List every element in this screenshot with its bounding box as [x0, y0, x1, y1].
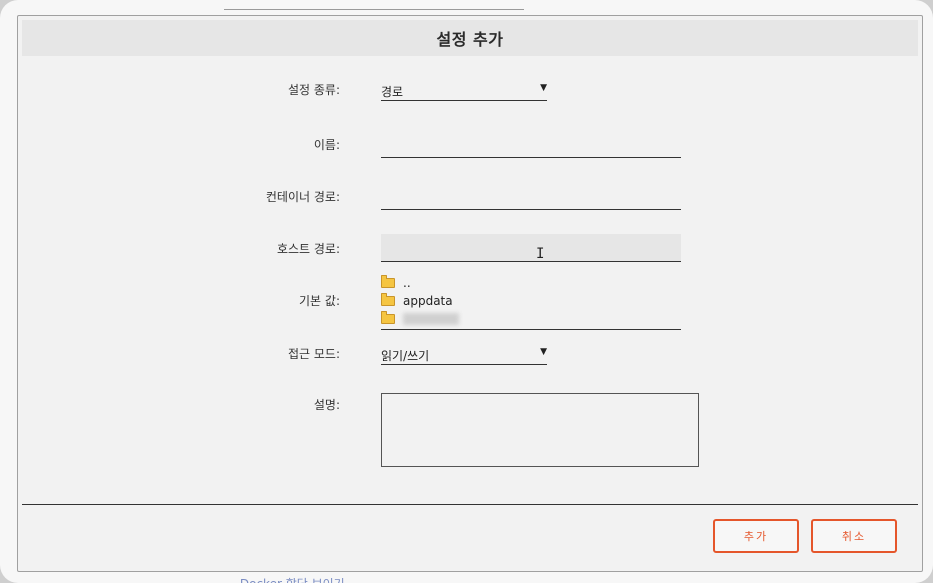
- tree-item-parent[interactable]: ..: [381, 274, 681, 292]
- host-path-input[interactable]: [381, 234, 681, 262]
- dialog-title: 설정 추가: [436, 30, 504, 49]
- add-config-dialog: 설정 추가 설정 종류: 경로 ▼ 이름: 컨테이너 경로: 호스트 경로: I…: [17, 15, 923, 572]
- tree-item-label: appdata: [403, 294, 453, 308]
- container-path-label: 컨테이너 경로:: [265, 190, 340, 204]
- folder-icon: [381, 311, 395, 324]
- host-path-label: 호스트 경로:: [276, 242, 340, 256]
- blurred-folder-name: [403, 313, 459, 325]
- background-divider: [224, 9, 524, 10]
- tree-item-appdata[interactable]: appdata: [381, 292, 681, 310]
- folder-icon: [381, 293, 395, 306]
- folder-tree: .. appdata: [381, 274, 681, 330]
- text-cursor-icon: I: [536, 246, 545, 262]
- container-path-input[interactable]: [381, 182, 681, 210]
- description-textarea[interactable]: [381, 393, 699, 467]
- add-button[interactable]: 추가: [713, 519, 799, 553]
- name-label: 이름:: [313, 138, 340, 152]
- window-frame: 설정 추가 설정 종류: 경로 ▼ 이름: 컨테이너 경로: 호스트 경로: I…: [0, 0, 933, 583]
- tree-item-hidden[interactable]: [381, 310, 681, 328]
- dialog-header: 설정 추가: [22, 20, 918, 56]
- access-mode-label: 접근 모드:: [287, 347, 340, 361]
- name-input[interactable]: [381, 130, 681, 158]
- tree-item-label: ..: [403, 276, 411, 290]
- default-value-label: 기본 값:: [299, 294, 340, 308]
- dropdown-arrow-icon: ▼: [540, 347, 547, 357]
- config-type-label: 설정 종류:: [287, 83, 340, 97]
- config-type-value: 경로: [381, 85, 404, 99]
- config-type-select[interactable]: 경로 ▼: [381, 79, 547, 101]
- description-label: 설명:: [313, 398, 340, 412]
- access-mode-select[interactable]: 읽기/쓰기 ▼: [381, 343, 547, 365]
- dialog-footer-divider: [22, 504, 918, 505]
- cancel-button[interactable]: 취소: [811, 519, 897, 553]
- dropdown-arrow-icon: ▼: [540, 83, 547, 93]
- access-mode-value: 읽기/쓰기: [381, 349, 430, 363]
- folder-icon: [381, 275, 395, 288]
- docker-allocation-link[interactable]: ⌄ Docker 할당 보이기: [226, 575, 345, 583]
